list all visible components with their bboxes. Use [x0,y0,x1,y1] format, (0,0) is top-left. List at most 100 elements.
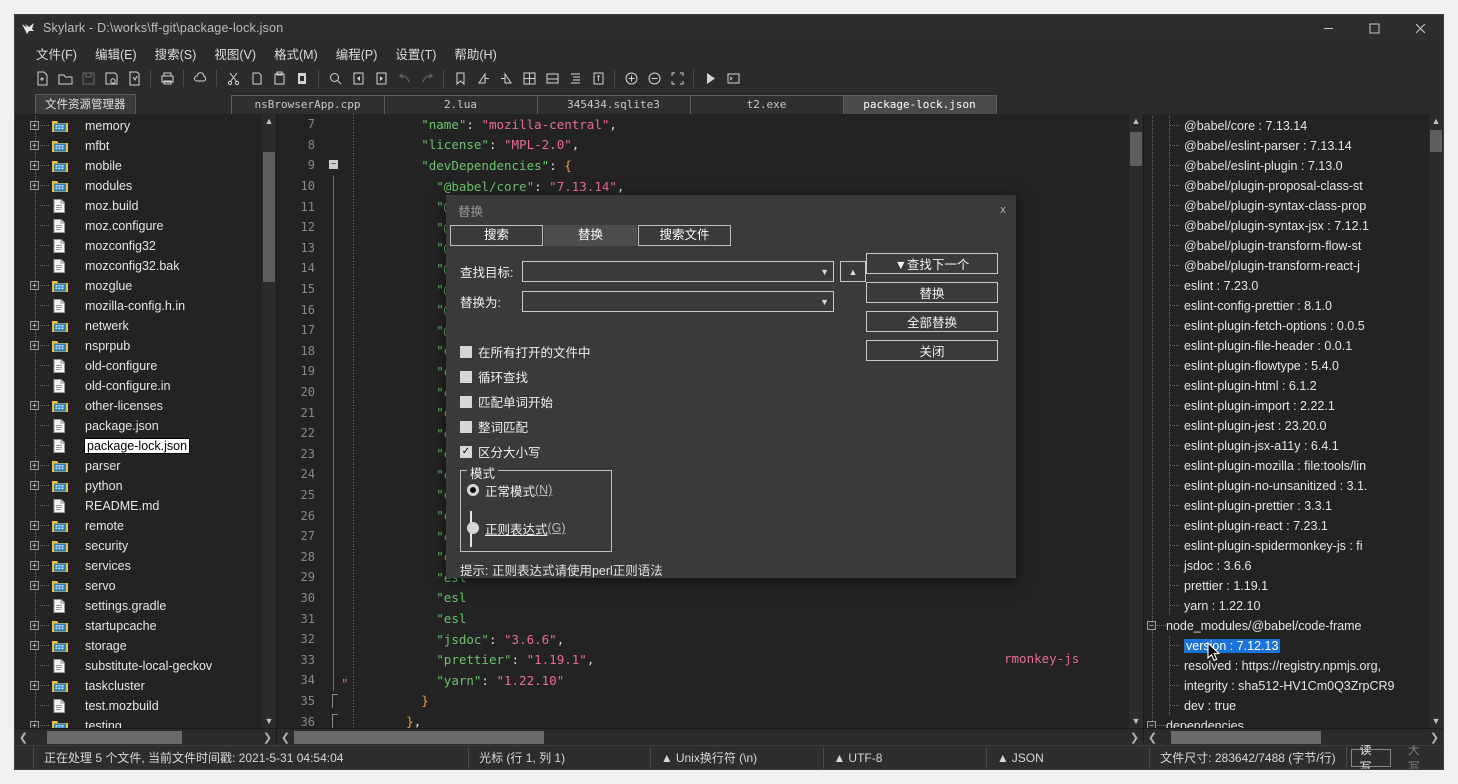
delete-icon[interactable] [291,68,313,90]
file-tree-item[interactable]: + services [23,556,276,576]
scroll-up-icon[interactable]: ▲ [1429,114,1443,128]
fold-gutter[interactable] [321,299,347,320]
outline-item[interactable]: @babel/plugin-proposal-class-st [1144,176,1443,196]
search-up-button[interactable]: ▲ [840,261,866,282]
scroll-up-icon[interactable]: ▲ [1129,114,1143,128]
radio-regex-mode[interactable]: 正则表达式 (G) [461,517,611,539]
outline-item[interactable]: integrity : sha512-HV1Cm0Q3ZrpCR9 [1144,676,1443,696]
replace-input[interactable]: ▼ [522,291,834,312]
outline-item[interactable]: @babel/plugin-transform-flow-st [1144,236,1443,256]
terminal-icon[interactable] [722,68,744,90]
checkbox-icon[interactable] [460,370,472,383]
expand-icon[interactable]: + [30,641,39,650]
file-tree-item[interactable]: + memory [23,116,276,136]
expand-icon[interactable]: + [30,161,39,170]
run-icon[interactable] [699,68,721,90]
checkbox-match-case[interactable]: ✓ 区分大小写 [460,439,1004,464]
code-line[interactable]: 35 } [277,690,1129,712]
fold-gutter[interactable] [321,443,347,465]
file-tree-item[interactable]: + python [23,476,276,496]
outline-item[interactable]: eslint-plugin-fetch-options : 0.0.5 [1144,316,1443,336]
file-tree-item[interactable]: + storage [23,636,276,656]
status-cursor-position[interactable]: 光标 (行 1, 列 1) [469,746,651,769]
fold-gutter[interactable] [321,237,347,259]
file-tree-item[interactable]: old-configure [23,356,276,376]
file-tree-item[interactable]: + remote [23,516,276,536]
find-previous-icon[interactable] [347,68,369,90]
scrollbar-thumb[interactable] [294,730,544,744]
bookmark-icon[interactable] [449,68,471,90]
zoom-out-icon[interactable] [643,68,665,90]
scrollbar-thumb[interactable] [263,152,275,282]
outline-item[interactable]: eslint-plugin-no-unsanitized : 3.1. [1144,476,1443,496]
chevron-down-icon[interactable]: ▼ [820,297,829,307]
scroll-right-icon[interactable]: ❯ [259,730,276,745]
code-line[interactable]: 33 "prettier": "1.19.1", [277,649,1129,671]
previous-bookmark-icon[interactable] [472,68,494,90]
close-dialog-button[interactable]: 关闭 [866,340,998,361]
file-tree-item[interactable]: test.mozbuild [23,696,276,716]
outline-item[interactable]: eslint-plugin-jest : 23.20.0 [1144,416,1443,436]
code-line[interactable]: 32 "jsdoc": "3.6.6", [277,628,1129,650]
expand-icon[interactable]: + [30,481,39,490]
outline-item[interactable]: − dependencies [1144,716,1443,728]
dialog-tab-search[interactable]: 搜索 [450,225,543,246]
outline-item[interactable]: eslint-config-prettier : 8.1.0 [1144,296,1443,316]
outline-item[interactable]: prettier : 1.19.1 [1144,576,1443,596]
code-line[interactable]: 31 "esl [277,608,1129,629]
fold-gutter[interactable] [321,135,347,156]
copy-icon[interactable] [245,68,267,90]
file-tree-item[interactable]: + nsprpub [23,336,276,356]
file-tree-item[interactable]: settings.gradle [23,596,276,616]
maximize-button[interactable] [1351,15,1397,42]
file-tree-item[interactable]: + testing [23,716,276,728]
outline-horizontal-scrollbar[interactable]: ❮ ❯ [1144,728,1443,745]
scroll-left-icon[interactable]: ❮ [1144,730,1161,745]
editor-vertical-scrollbar[interactable]: ▲ ▼ [1129,114,1143,728]
checkbox-whole-word[interactable]: 整词匹配 [460,414,1004,439]
outline-item[interactable]: yarn : 1.22.10 [1144,596,1443,616]
fold-gutter[interactable] [321,505,347,526]
code-line[interactable]: 8 "license": "MPL-2.0", [277,134,1129,156]
collapse-icon[interactable]: − [1147,621,1156,630]
expand-icon[interactable]: + [30,341,39,350]
cloud-icon[interactable] [189,68,211,90]
text-icon[interactable] [587,68,609,90]
collapse-icon[interactable]: − [1147,721,1156,728]
expand-icon[interactable]: + [30,561,39,570]
expand-icon[interactable]: + [30,521,39,530]
expand-icon[interactable]: + [30,721,39,728]
fold-gutter[interactable] [321,278,347,300]
save-as-icon[interactable] [100,68,122,90]
scroll-down-icon[interactable]: ▼ [1129,714,1143,728]
outline-item[interactable]: @babel/eslint-plugin : 7.13.0 [1144,156,1443,176]
fold-gutter[interactable] [321,649,347,671]
expand-icon[interactable]: + [30,681,39,690]
replace-all-button[interactable]: 全部替换 [866,311,998,332]
fold-gutter[interactable] [321,361,347,382]
menu-program[interactable]: 编程(P) [327,42,387,65]
checkbox-checked-icon[interactable]: ✓ [460,445,472,458]
file-tree-item[interactable]: mozilla-config.h.in [23,296,276,316]
menu-help[interactable]: 帮助(H) [445,42,505,65]
undo-icon[interactable] [393,68,415,90]
find-replace-dialog[interactable]: 替换 x 搜索 替换 搜索文件 查找目标: ▼ ▲ 替换为: ▼ 在所有打开的文… [446,195,1016,578]
code-line[interactable]: 9 − "devDependencies": { [277,155,1129,176]
radio-icon[interactable] [467,522,479,534]
find-next-icon[interactable] [370,68,392,90]
outline-item[interactable]: − node_modules/@babel/code-frame [1144,616,1443,636]
outline-item[interactable]: @babel/plugin-syntax-jsx : 7.12.1 [1144,216,1443,236]
tab-345434-sqlite3[interactable]: 345434.sqlite3 [536,95,691,114]
status-encoding[interactable]: ▲ UTF-8 [824,746,987,769]
outline-item[interactable]: version : 7.12.13 [1144,636,1443,656]
scrollbar-thumb[interactable] [1430,130,1442,152]
json-outline-tree[interactable]: @babel/core : 7.13.14 @babel/eslint-parse… [1144,114,1443,728]
file-tree-item[interactable]: mozconfig32.bak [23,256,276,276]
menu-view[interactable]: 视图(V) [205,42,265,65]
replace-button[interactable]: 替换 [866,282,998,303]
fold-gutter[interactable] [321,484,347,506]
file-tree-item[interactable]: + servo [23,576,276,596]
outline-item[interactable]: jsdoc : 3.6.6 [1144,556,1443,576]
file-tree-item[interactable]: + security [23,536,276,556]
scrollbar-thumb[interactable] [47,730,182,744]
